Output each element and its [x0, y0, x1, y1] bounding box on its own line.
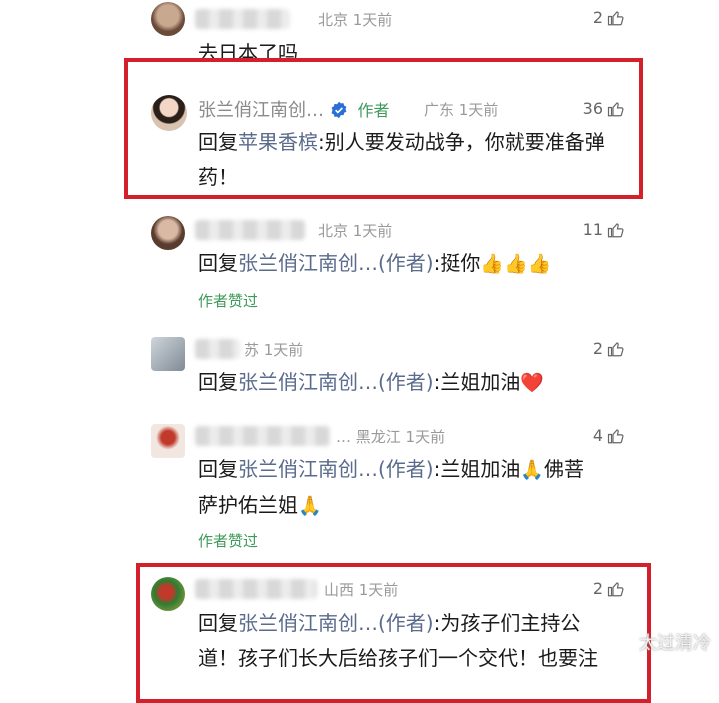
author-name: 张兰俏江南创… — [198, 100, 324, 121]
comment-text: 回复张兰俏江南创…(作者):挺你👍👍👍 — [198, 246, 638, 282]
avatar[interactable] — [151, 2, 185, 36]
thumbs-up-emoji-icon: 👍👍👍 — [480, 253, 552, 275]
comment-text: 回复苹果香槟:别人要发动战争，你就要准备弹药！ — [198, 125, 638, 195]
reply-body-cont: 佛菩 — [544, 457, 585, 481]
avatar[interactable] — [151, 216, 185, 250]
reply-body: :兰姐加油 — [433, 457, 521, 481]
like-count: 11 — [582, 220, 603, 239]
like-button[interactable]: 2 — [593, 579, 625, 598]
reply-target[interactable]: 张兰俏江南创…(作者) — [238, 251, 434, 275]
like-count: 2 — [592, 339, 603, 358]
reply-prefix: 回复 — [198, 370, 238, 394]
like-count: 36 — [582, 99, 603, 118]
thumbs-up-icon — [607, 428, 624, 443]
username-blurred[interactable] — [195, 9, 290, 29]
reply-prefix: 回复 — [198, 457, 238, 481]
praying-hands-emoji-icon: 🙏 — [298, 495, 322, 517]
username-blurred[interactable] — [195, 220, 305, 240]
like-button[interactable]: 36 — [583, 99, 625, 118]
location-time: 苏 1天前 — [244, 341, 304, 359]
like-button[interactable]: 11 — [583, 220, 625, 239]
location-time: 北京 1天前 — [318, 222, 393, 240]
reply-target[interactable]: 张兰俏江南创…(作者) — [238, 370, 434, 394]
thumbs-up-icon — [607, 10, 624, 25]
avatar[interactable] — [151, 337, 185, 371]
author-avatar[interactable] — [151, 95, 187, 131]
verified-badge-icon — [331, 101, 347, 119]
like-button[interactable]: 4 — [593, 426, 625, 445]
location-time: … 黑龙江 1天前 — [336, 428, 446, 446]
reply-body-line2: 道！孩子们长大后给孩子们一个交代！也要注 — [198, 646, 598, 670]
thumbs-up-icon — [607, 581, 624, 596]
thumbs-up-icon — [607, 341, 624, 356]
reply-body: :为孩子们主持公 — [433, 611, 581, 635]
location-time: 山西 1天前 — [324, 581, 399, 599]
reply-prefix: 回复 — [198, 130, 238, 154]
praying-hands-emoji-icon: 🙏 — [520, 459, 545, 481]
avatar[interactable] — [151, 577, 185, 611]
like-count: 2 — [592, 8, 603, 27]
reply-target[interactable]: 张兰俏江南创…(作者) — [238, 611, 434, 635]
reply-body: :挺你 — [433, 251, 481, 275]
author-liked-label: 作者赞过 — [198, 292, 259, 310]
comment-text: 回复张兰俏江南创…(作者):兰姐加油🙏佛菩 萨护佑兰姐🙏 — [198, 452, 638, 524]
like-button[interactable]: 2 — [593, 8, 625, 27]
thumbs-up-icon — [607, 222, 624, 237]
thumbs-up-icon — [607, 101, 624, 116]
author-liked-label: 作者赞过 — [198, 532, 259, 550]
username-blurred[interactable] — [195, 579, 317, 599]
comment-text: 回复张兰俏江南创…(作者):为孩子们主持公 道！孩子们长大后给孩子们一个交代！也… — [198, 606, 638, 676]
reply-body: :兰姐加油 — [433, 370, 521, 394]
username-blurred[interactable] — [195, 426, 330, 446]
author-name-row[interactable]: 张兰俏江南创… 作者 — [198, 96, 389, 122]
like-count: 4 — [592, 426, 603, 445]
reply-body-line2: 萨护佑兰姐 — [198, 493, 298, 517]
location-time: 广东 1天前 — [424, 101, 499, 119]
comment-text: 回复张兰俏江南创…(作者):兰姐加油❤️ — [198, 365, 638, 401]
author-tag: 作者 — [357, 101, 390, 120]
like-count: 2 — [592, 579, 603, 598]
avatar[interactable] — [151, 424, 185, 458]
heart-emoji-icon: ❤️ — [520, 372, 545, 394]
reply-target[interactable]: 张兰俏江南创…(作者) — [238, 457, 434, 481]
like-button[interactable]: 2 — [593, 339, 625, 358]
reply-prefix: 回复 — [198, 251, 238, 275]
watermark: 太过清冷 — [639, 633, 711, 654]
reply-prefix: 回复 — [198, 611, 238, 635]
username-blurred[interactable] — [195, 339, 240, 359]
location-time: 北京 1天前 — [318, 11, 393, 29]
reply-target[interactable]: 苹果香槟 — [238, 130, 318, 154]
